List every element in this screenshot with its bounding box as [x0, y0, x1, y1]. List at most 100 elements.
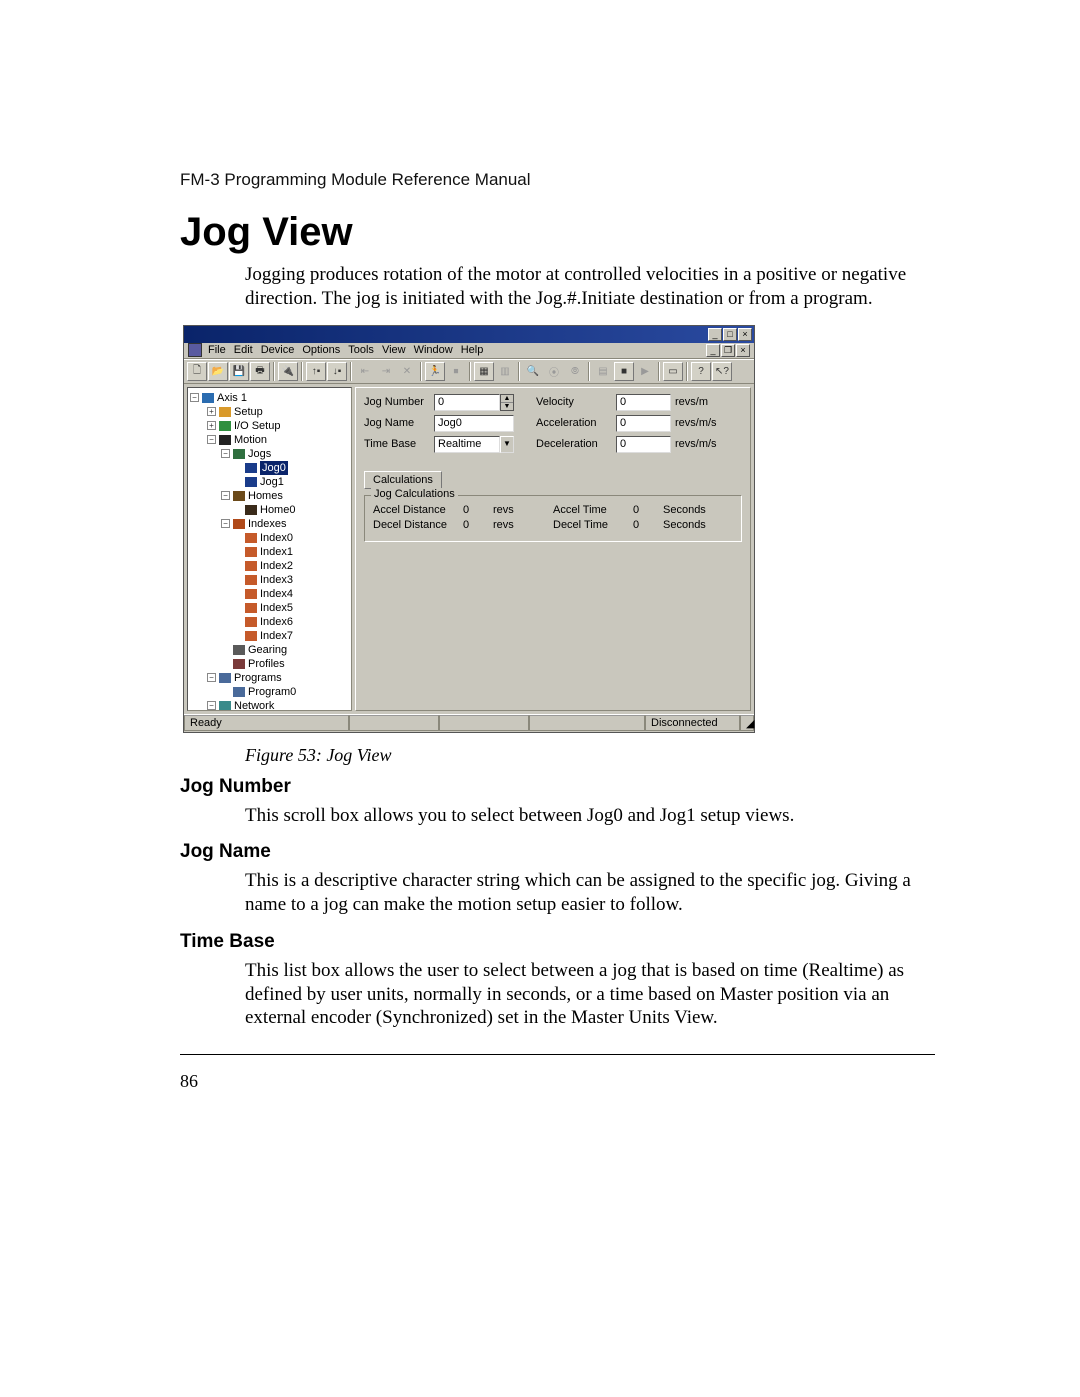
- run-icon[interactable]: 🏃: [425, 362, 445, 381]
- expand-icon[interactable]: −: [190, 393, 199, 402]
- tree-index7[interactable]: Index7: [260, 629, 293, 643]
- time-base-select[interactable]: Realtime ▼: [434, 436, 514, 453]
- jog-number-input[interactable]: 0: [434, 394, 500, 411]
- expand-icon[interactable]: −: [221, 519, 230, 528]
- single-window-icon[interactable]: ▭: [663, 362, 683, 381]
- delete-icon[interactable]: ✕: [397, 362, 417, 381]
- zoom-in-icon[interactable]: 🔍: [523, 362, 543, 381]
- expand-icon[interactable]: +: [207, 421, 216, 430]
- network-icon: [219, 701, 231, 711]
- expand-icon[interactable]: −: [221, 449, 230, 458]
- tree-programs[interactable]: Programs: [234, 671, 282, 685]
- separator: [658, 362, 660, 381]
- nav-prev-icon[interactable]: ⇤: [355, 362, 375, 381]
- velocity-input[interactable]: 0: [616, 394, 671, 411]
- acceleration-input[interactable]: 0: [616, 415, 671, 432]
- tool-a-icon[interactable]: ▦: [474, 362, 494, 381]
- decel-time-unit: Seconds: [663, 519, 723, 531]
- tree-index5[interactable]: Index5: [260, 601, 293, 615]
- zoom-out-icon[interactable]: ⦿: [544, 362, 564, 381]
- index-icon: [245, 533, 257, 543]
- menu-window[interactable]: Window: [414, 344, 453, 356]
- chevron-down-icon[interactable]: ▼: [500, 436, 514, 453]
- download-icon[interactable]: ↓▪: [327, 362, 347, 381]
- tree-program0[interactable]: Program0: [248, 685, 296, 699]
- tree-jogs[interactable]: Jogs: [248, 447, 271, 461]
- print-icon[interactable]: 🖶: [250, 362, 270, 381]
- tree-axis[interactable]: Axis 1: [217, 391, 247, 405]
- time-base-value: Realtime: [434, 436, 500, 453]
- menu-tools[interactable]: Tools: [348, 344, 374, 356]
- tree-setup[interactable]: Setup: [234, 405, 263, 419]
- help-icon[interactable]: ?: [691, 362, 711, 381]
- expand-icon[interactable]: −: [221, 491, 230, 500]
- tree-network[interactable]: Network: [234, 699, 274, 711]
- mdi-restore-button[interactable]: ❐: [721, 344, 735, 357]
- save-icon[interactable]: 💾: [229, 362, 249, 381]
- jog-name-input[interactable]: Jog0: [434, 415, 514, 432]
- zoom-fit-icon[interactable]: ⦾: [565, 362, 585, 381]
- tree-index1[interactable]: Index1: [260, 545, 293, 559]
- page-number: 86: [180, 1071, 198, 1092]
- tree-homes[interactable]: Homes: [248, 489, 283, 503]
- separator: [588, 362, 590, 381]
- calculations-tab[interactable]: Calculations: [364, 471, 442, 489]
- expand-icon[interactable]: −: [207, 701, 216, 710]
- new-icon[interactable]: 🗋: [187, 362, 207, 381]
- connect-icon[interactable]: 🔌: [278, 362, 298, 381]
- chevron-down-icon[interactable]: ▼: [501, 403, 513, 410]
- tree-home0[interactable]: Home0: [260, 503, 295, 517]
- section-jog-number-body: This scroll box allows you to select bet…: [245, 804, 935, 828]
- tree-profiles[interactable]: Profiles: [248, 657, 285, 671]
- open-icon[interactable]: 📂: [208, 362, 228, 381]
- tool-b-icon[interactable]: ▥: [495, 362, 515, 381]
- grid-a-icon[interactable]: ▤: [593, 362, 613, 381]
- jog-icon: [245, 477, 257, 487]
- tree-jog1[interactable]: Jog1: [260, 475, 284, 489]
- chevron-up-icon[interactable]: ▲: [501, 395, 513, 403]
- jog-number-spinner[interactable]: ▲▼: [500, 394, 514, 411]
- tree-gearing[interactable]: Gearing: [248, 643, 287, 657]
- mdi-close-button[interactable]: ×: [736, 344, 750, 357]
- grid-b-icon[interactable]: ■: [614, 362, 634, 381]
- menu-device[interactable]: Device: [261, 344, 295, 356]
- minimize-button[interactable]: _: [708, 328, 722, 341]
- outer-titlebar: _ □ ×: [184, 326, 754, 343]
- stop-icon[interactable]: ⏹: [446, 362, 466, 381]
- tree-index3[interactable]: Index3: [260, 573, 293, 587]
- mdi-minimize-button[interactable]: _: [706, 344, 720, 357]
- whats-this-icon[interactable]: ↖?: [712, 362, 732, 381]
- close-button[interactable]: ×: [738, 328, 752, 341]
- resize-grip-icon[interactable]: ◢: [740, 715, 754, 731]
- expand-icon[interactable]: +: [207, 407, 216, 416]
- nav-next-icon[interactable]: ⇥: [376, 362, 396, 381]
- menu-options[interactable]: Options: [302, 344, 340, 356]
- separator: [518, 362, 520, 381]
- tree-index4[interactable]: Index4: [260, 587, 293, 601]
- separator: [420, 362, 422, 381]
- tree-motion[interactable]: Motion: [234, 433, 267, 447]
- tree-view[interactable]: −Axis 1 +Setup +I/O Setup −Motion −Jogs …: [187, 387, 352, 711]
- tree-indexes[interactable]: Indexes: [248, 517, 287, 531]
- grid-c-icon[interactable]: ▶: [635, 362, 655, 381]
- menu-help[interactable]: Help: [461, 344, 484, 356]
- profiles-icon: [233, 659, 245, 669]
- program-icon: [233, 687, 245, 697]
- menu-edit[interactable]: Edit: [234, 344, 253, 356]
- toolbar: 🗋 📂 💾 🖶 🔌 ↑▪ ↓▪ ⇤ ⇥ ✕ 🏃 ⏹ ▦ ▥ 🔍 ⦿ ⦾ ▤: [184, 359, 754, 384]
- menu-file[interactable]: File: [208, 344, 226, 356]
- jog-icon: [245, 463, 257, 473]
- tree-jog0[interactable]: Jog0: [260, 461, 288, 475]
- footer-rule: [180, 1054, 935, 1055]
- tree-index2[interactable]: Index2: [260, 559, 293, 573]
- maximize-button[interactable]: □: [723, 328, 737, 341]
- jog-calculations-group: Jog Calculations Accel Distance 0 revs A…: [364, 495, 742, 542]
- expand-icon[interactable]: −: [207, 673, 216, 682]
- tree-index6[interactable]: Index6: [260, 615, 293, 629]
- tree-index0[interactable]: Index0: [260, 531, 293, 545]
- menu-view[interactable]: View: [382, 344, 406, 356]
- upload-icon[interactable]: ↑▪: [306, 362, 326, 381]
- deceleration-input[interactable]: 0: [616, 436, 671, 453]
- tree-io[interactable]: I/O Setup: [234, 419, 280, 433]
- expand-icon[interactable]: −: [207, 435, 216, 444]
